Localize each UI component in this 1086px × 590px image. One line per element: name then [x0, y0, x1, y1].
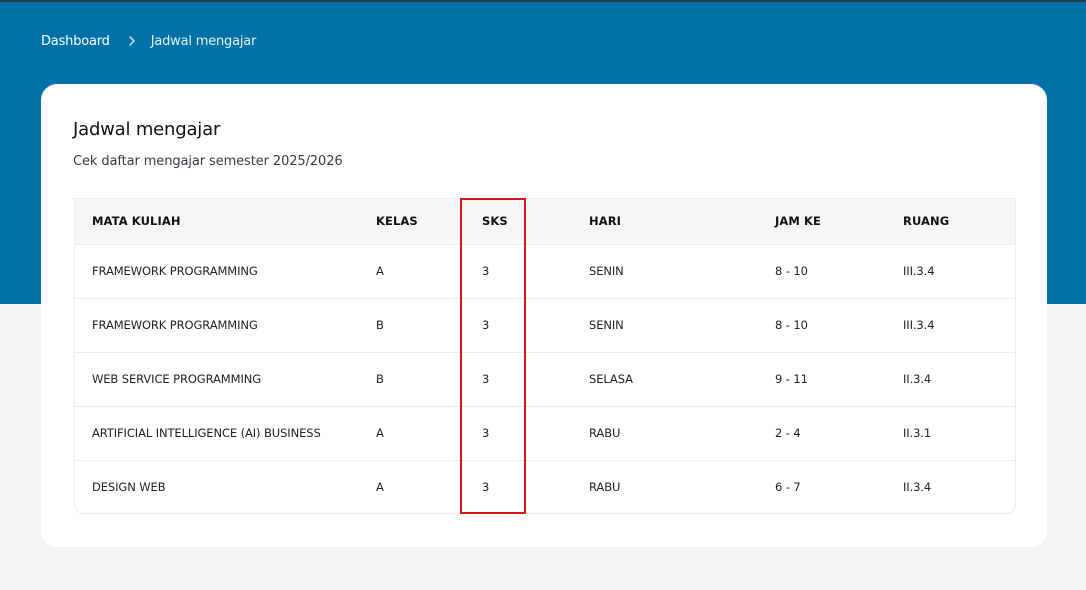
table-row: DESIGN WEB A 3 RABU 6 - 7 II.3.4 — [75, 460, 1015, 513]
table-row: FRAMEWORK PROGRAMMING B 3 SENIN 8 - 10 I… — [75, 298, 1015, 352]
cell-ruang: II.3.1 — [903, 426, 932, 440]
table-row: FRAMEWORK PROGRAMMING A 3 SENIN 8 - 10 I… — [75, 244, 1015, 298]
cell-hari: RABU — [589, 480, 621, 495]
cell-sks: 3 — [482, 426, 490, 440]
cell-jam-ke: 9 - 11 — [775, 372, 808, 386]
cell-ruang: II.3.4 — [903, 372, 932, 386]
cell-jam-ke: 2 - 4 — [775, 426, 801, 440]
cell-mata-kuliah: FRAMEWORK PROGRAMMING — [92, 318, 258, 332]
cell-jam-ke: 8 - 10 — [775, 264, 808, 278]
cell-sks: 3 — [482, 264, 490, 278]
cell-kelas: A — [376, 264, 384, 278]
cell-mata-kuliah: ARTIFICIAL INTELLIGENCE (AI) BUSINESS — [92, 426, 321, 440]
header-mata-kuliah: MATA KULIAH — [92, 214, 181, 229]
schedule-table-container: MATA KULIAH KELAS SKS HARI JAM KE RUANG … — [74, 199, 1016, 514]
cell-hari: RABU — [589, 426, 621, 440]
cell-kelas: B — [376, 318, 384, 332]
cell-kelas: A — [376, 426, 384, 440]
cell-sks: 3 — [482, 372, 490, 386]
header-hari: HARI — [589, 214, 622, 229]
schedule-card: Jadwal mengajar Cek daftar mengajar seme… — [41, 84, 1047, 547]
table-row: WEB SERVICE PROGRAMMING B 3 SELASA 9 - 1… — [75, 352, 1015, 406]
breadcrumb-current: Jadwal mengajar — [150, 33, 257, 49]
cell-mata-kuliah: DESIGN WEB — [92, 480, 166, 495]
header-sks: SKS — [482, 214, 508, 229]
table-row: ARTIFICIAL INTELLIGENCE (AI) BUSINESS A … — [75, 406, 1015, 460]
page-title: Jadwal mengajar — [73, 119, 221, 140]
cell-jam-ke: 6 - 7 — [775, 480, 801, 495]
cell-kelas: A — [376, 480, 384, 495]
cell-ruang: III.3.4 — [903, 264, 935, 278]
header-kelas: KELAS — [376, 214, 418, 229]
header-ruang: RUANG — [903, 214, 950, 229]
cell-mata-kuliah: WEB SERVICE PROGRAMMING — [92, 372, 262, 386]
breadcrumb-dashboard-link[interactable]: Dashboard — [41, 34, 110, 49]
cell-hari: SELASA — [589, 372, 633, 386]
breadcrumb: Dashboard Jadwal mengajar — [41, 31, 256, 51]
cell-ruang: II.3.4 — [903, 480, 932, 495]
chevron-right-icon — [126, 35, 138, 47]
cell-sks: 3 — [482, 318, 490, 332]
cell-sks: 3 — [482, 480, 490, 495]
cell-jam-ke: 8 - 10 — [775, 318, 808, 332]
schedule-table: MATA KULIAH KELAS SKS HARI JAM KE RUANG … — [75, 199, 1015, 513]
table-header-row: MATA KULIAH KELAS SKS HARI JAM KE RUANG — [75, 199, 1015, 244]
header-jam-ke: JAM KE — [775, 214, 821, 229]
cell-hari: SENIN — [589, 318, 624, 332]
page-subtitle: Cek daftar mengajar semester 2025/2026 — [73, 154, 343, 169]
cell-kelas: B — [376, 372, 384, 386]
cell-hari: SENIN — [589, 264, 624, 278]
cell-ruang: III.3.4 — [903, 318, 935, 332]
cell-mata-kuliah: FRAMEWORK PROGRAMMING — [92, 264, 258, 278]
